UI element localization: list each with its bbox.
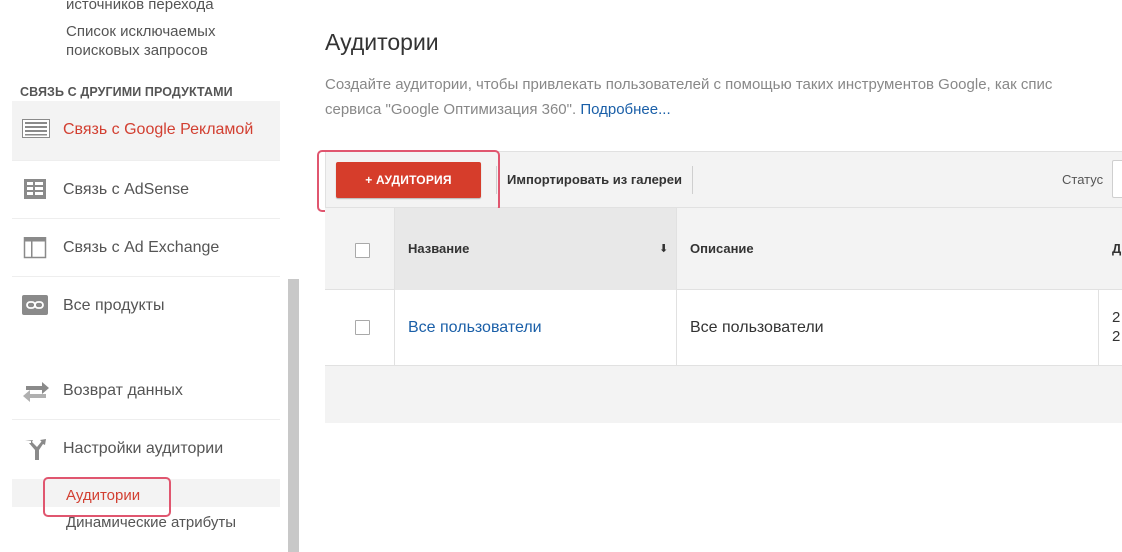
- toolbar-divider: [692, 166, 693, 194]
- sidebar-item-data-return[interactable]: Возврат данных: [12, 362, 280, 420]
- description-line-2: сервиса "Google Оптимизация 360". Подроб…: [325, 97, 1122, 122]
- sort-descending-icon[interactable]: ⬇: [659, 242, 668, 255]
- column-header-next[interactable]: Д: [1112, 241, 1121, 256]
- sidebar-item-label: Возврат данных: [63, 382, 183, 399]
- audience-settings-icon: [22, 438, 50, 460]
- toolbar-divider: [496, 166, 497, 194]
- data-return-icon: [22, 380, 50, 402]
- date-cell-line-2: 2: [1112, 328, 1121, 345]
- select-all-checkbox[interactable]: [355, 243, 370, 258]
- description-line-2-text: сервиса "Google Оптимизация 360".: [325, 101, 581, 118]
- sidebar-item-label: Все продукты: [63, 297, 165, 314]
- sidebar-section-heading: СВЯЗЬ С ДРУГИМИ ПРОДУКТАМИ: [20, 85, 233, 99]
- learn-more-link[interactable]: Подробнее...: [580, 101, 670, 118]
- sidebar-item-ad-exchange[interactable]: Связь с Ad Exchange: [12, 219, 280, 277]
- description-line-1: Создайте аудитории, чтобы привлекать пол…: [325, 76, 1053, 93]
- audience-name-link[interactable]: Все пользователи: [408, 319, 542, 337]
- page-title: Аудитории: [325, 29, 439, 55]
- sidebar-item-label: Связь с Ad Exchange: [63, 239, 220, 256]
- column-divider: [1098, 290, 1099, 366]
- audience-description-cell: Все пользователи: [690, 319, 824, 336]
- sidebar-subitem-excluded-queries[interactable]: Список исключаемых: [66, 22, 215, 41]
- sidebar-subitem-audiences[interactable]: Аудитории: [66, 487, 140, 504]
- google-ads-icon: [22, 119, 50, 141]
- sidebar-item-label: Связь с Google Рекламой: [63, 121, 254, 138]
- column-header-name[interactable]: Название: [408, 241, 469, 256]
- row-checkbox[interactable]: [355, 320, 370, 335]
- sidebar-subitem-dynamic-attributes[interactable]: Динамические атрибуты: [66, 514, 236, 531]
- adsense-icon: [22, 179, 50, 201]
- sidebar-item-label: Связь с AdSense: [63, 181, 190, 198]
- date-cell-line-1: 2: [1112, 309, 1121, 326]
- status-filter-select[interactable]: [1112, 160, 1122, 198]
- sidebar-subitem-audiences-row[interactable]: [12, 479, 280, 507]
- sidebar-subitem-excluded-queries-line2[interactable]: поисковых запросов: [66, 41, 208, 60]
- add-audience-button[interactable]: + АУДИТОРИЯ: [336, 162, 481, 198]
- sidebar-item-adsense[interactable]: Связь с AdSense: [12, 161, 280, 219]
- status-filter-label: Статус: [1062, 172, 1104, 187]
- column-header-description[interactable]: Описание: [690, 241, 754, 256]
- column-divider: [394, 208, 395, 366]
- sidebar-item-audience-settings[interactable]: Настройки аудитории: [12, 420, 280, 478]
- link-icon: [22, 295, 50, 317]
- sidebar-subitem-referral-exclusions[interactable]: источников перехода: [66, 0, 214, 14]
- page-description: Создайте аудитории, чтобы привлекать пол…: [325, 72, 1122, 122]
- import-from-gallery-button[interactable]: Импортировать из галереи: [507, 172, 682, 187]
- sidebar: источников перехода Список исключаемых п…: [0, 0, 300, 552]
- sidebar-item-google-ads[interactable]: Связь с Google Рекламой: [12, 101, 280, 161]
- sidebar-item-label: Настройки аудитории: [63, 440, 224, 457]
- table-footer: [325, 366, 1122, 423]
- sidebar-item-all-products[interactable]: Все продукты: [12, 277, 280, 337]
- ad-exchange-icon: [22, 236, 50, 259]
- sidebar-scrollbar[interactable]: [288, 279, 299, 552]
- column-divider: [676, 208, 677, 366]
